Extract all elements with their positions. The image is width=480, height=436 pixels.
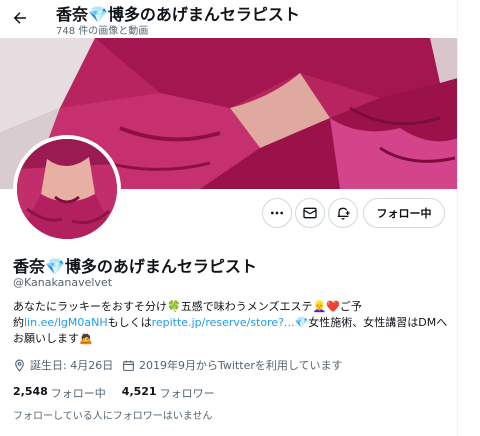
calendar-icon — [123, 360, 134, 371]
notification-plus-icon — [337, 207, 350, 220]
bio-line-3: お願いします🙇 — [13, 332, 93, 345]
back-button[interactable] — [6, 4, 34, 32]
bio-line-2: 約lin.ee/lgM0aNHもしくはrepitte.jp/reserve/st… — [13, 315, 453, 331]
profile-handle: @Kanakanavelvet — [13, 276, 113, 289]
bio-link-line[interactable]: lin.ee/lgM0aNH — [24, 316, 108, 329]
birthday-text: 誕生日: 4月26日 — [30, 359, 114, 372]
profile-name: 香奈💎博多のあげまんセラピスト — [13, 257, 257, 276]
following-button[interactable]: フォロー中 — [363, 198, 445, 228]
following-label: フォロー中 — [50, 387, 106, 400]
mail-icon — [303, 207, 317, 219]
join-date-text: 2019年9月からTwitterを利用しています — [139, 359, 343, 372]
profile-bio: あなたにラッキーをおすそ分け🍀五感で味わうメンズエステ👱‍♀️❤️ご予 約lin… — [13, 299, 453, 347]
bio-line-1: あなたにラッキーをおすそ分け🍀五感で味わうメンズエステ👱‍♀️❤️ご予 — [13, 300, 362, 313]
page-margin — [459, 0, 480, 436]
more-icon — [271, 211, 283, 215]
followers-label: フォロワー — [159, 387, 215, 400]
profile-page: 香奈💎博多のあげまんセラピスト 748 件の画像と動画 フォロー中 香奈💎博多の… — [0, 0, 458, 436]
more-button[interactable] — [262, 198, 292, 228]
birthday: 誕生日: 4月26日 — [13, 357, 113, 373]
message-button[interactable] — [295, 198, 325, 228]
follow-stats: 2,548 フォロー中 4,521 フォロワー — [13, 385, 231, 401]
back-arrow-icon — [13, 12, 26, 24]
followers-count: 4,521 — [121, 385, 157, 398]
birthday-icon — [15, 359, 24, 372]
mutual-followers-note: フォローしている人にフォロワーはいません — [13, 411, 213, 422]
join-date: 2019年9月からTwitterを利用しています — [122, 357, 343, 373]
bio-text: 💎女性施術、女性講習はDMへ — [294, 316, 448, 329]
header-media-count: 748 件の画像と動画 — [56, 26, 149, 37]
avatar-photo — [17, 139, 117, 239]
following-count: 2,548 — [13, 385, 48, 398]
top-bar: 香奈💎博多のあげまんセラピスト 748 件の画像と動画 — [0, 0, 457, 38]
bio-text: 約 — [13, 316, 24, 329]
bio-text: もしくは — [107, 316, 152, 329]
following-count-link[interactable]: 2,548 フォロー中 — [13, 385, 106, 401]
avatar[interactable] — [13, 135, 121, 243]
followers-count-link[interactable]: 4,521 フォロワー — [122, 385, 215, 401]
bio-link-repitte[interactable]: repitte.jp/reserve/store?... — [152, 316, 295, 329]
notification-button[interactable] — [328, 198, 358, 228]
